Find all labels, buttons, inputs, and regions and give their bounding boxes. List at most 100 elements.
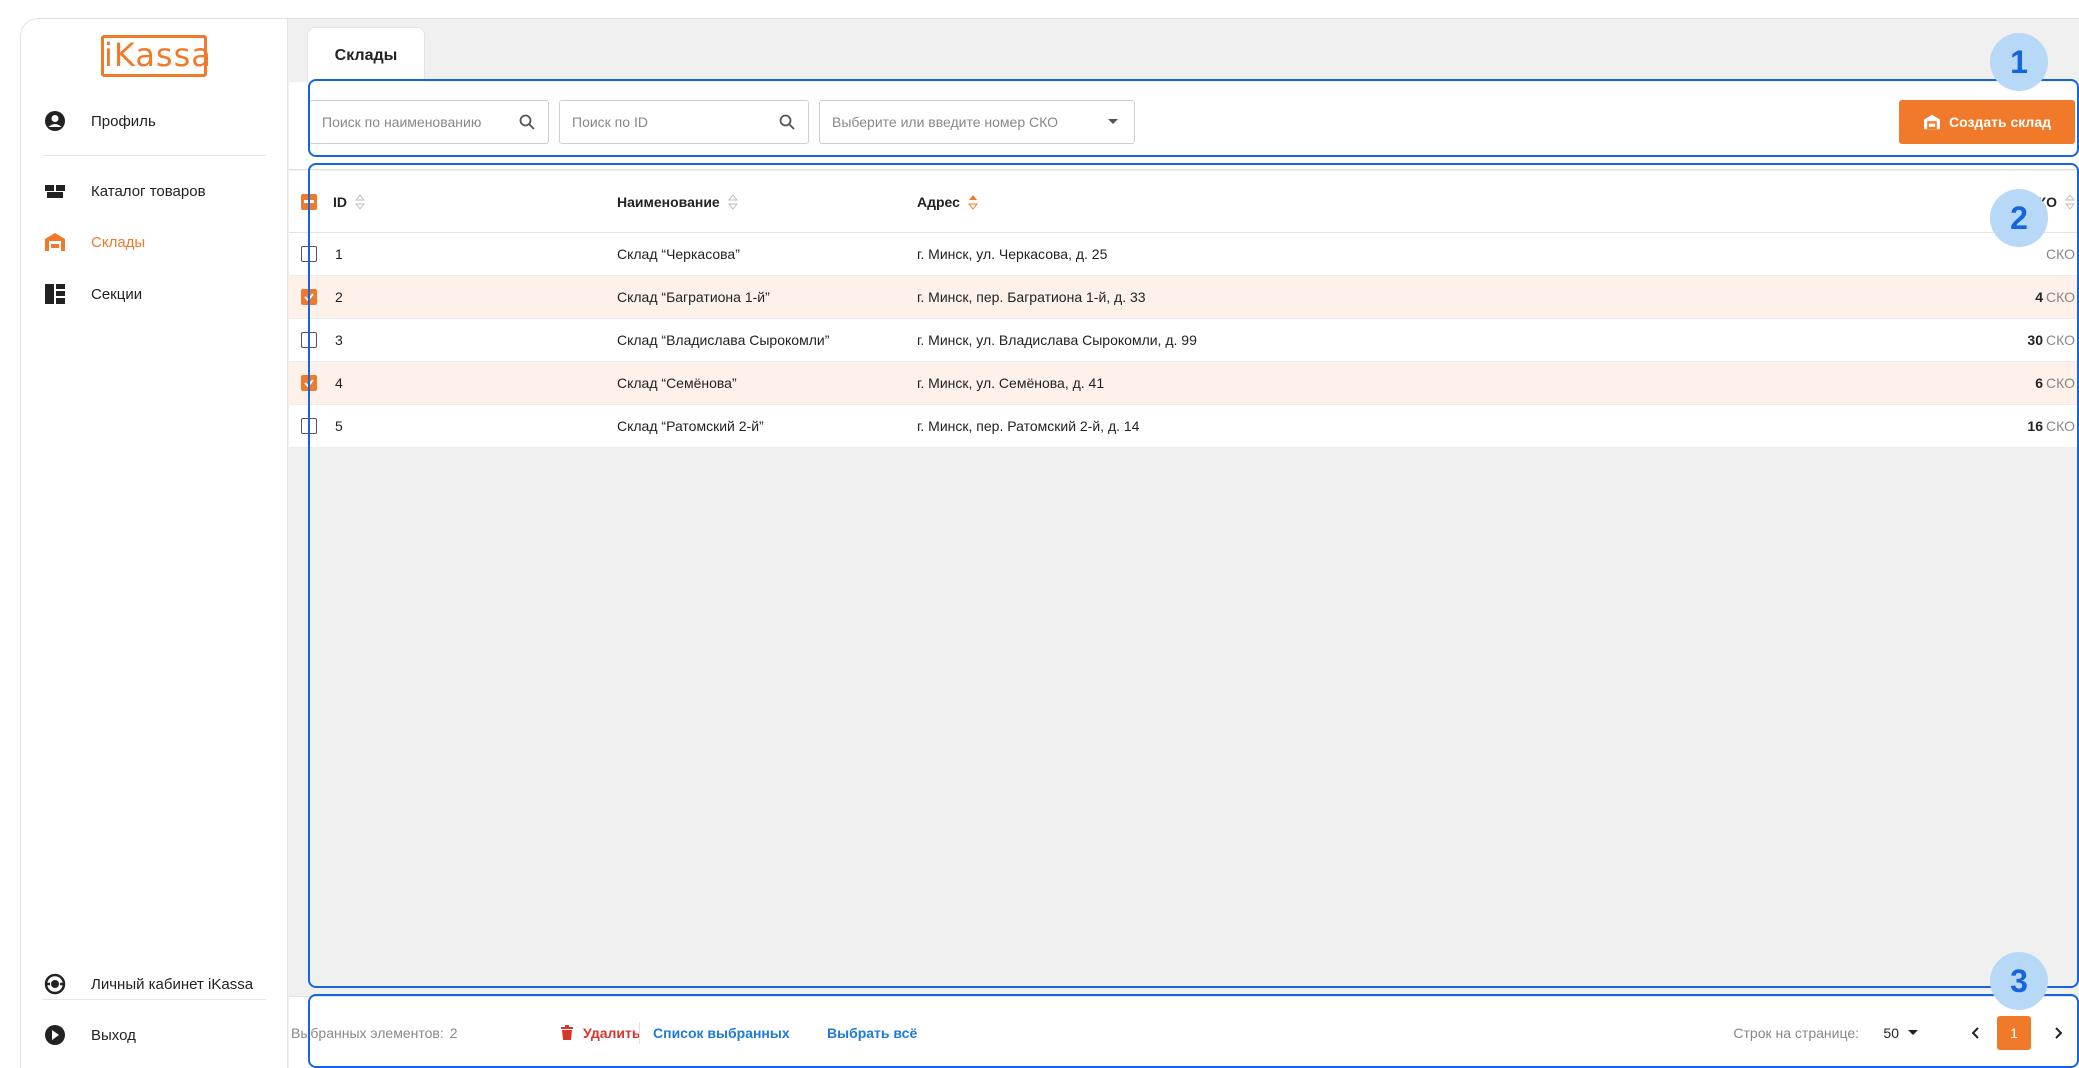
main-area: Склады Поиск по наименованию Поиск по ID…	[289, 19, 2079, 1068]
sidebar-item-label: Каталог товаров	[91, 182, 206, 200]
cell-sko: 16 СКО	[2027, 405, 2075, 447]
sidebar-item-personal-cabinet[interactable]: Личный кабинет iKassa	[21, 964, 288, 1004]
table-row[interactable]: 4 Склад “Семёнова” г. Минск, ул. Семёнов…	[289, 362, 2079, 405]
search-icon	[518, 113, 536, 131]
column-header-address[interactable]: Адрес	[917, 171, 978, 232]
row-checkbox[interactable]	[301, 332, 317, 348]
prev-page-button[interactable]	[1959, 1016, 1993, 1050]
warehouse-icon	[43, 230, 67, 254]
table-header: ID Наименование Адрес СКО	[289, 171, 2079, 233]
select-all-checkbox[interactable]	[301, 171, 317, 232]
sidebar-item-label: Секции	[91, 285, 143, 303]
rows-per-page-value: 50	[1883, 1024, 1899, 1041]
sidebar-item-label: Склады	[91, 233, 146, 251]
sort-icon	[727, 193, 738, 210]
selected-count-label: Выбранных элементов:	[291, 1024, 444, 1041]
row-checkbox[interactable]	[301, 418, 317, 434]
column-header-id[interactable]: ID	[333, 171, 365, 232]
row-checkbox[interactable]	[301, 246, 317, 262]
sidebar-item-label: Выход	[91, 1026, 136, 1044]
cell-sko: 4 СКО	[2035, 276, 2075, 318]
sidebar-item-warehouses[interactable]: Склады	[21, 222, 288, 262]
cell-sko: 30 СКО	[2027, 319, 2075, 361]
search-name-placeholder: Поиск по наименованию	[322, 114, 482, 130]
annotation-badge: 1	[1990, 33, 2048, 91]
column-header-name[interactable]: Наименование	[617, 171, 738, 232]
cell-id: 5	[335, 418, 343, 434]
rows-per-page-select[interactable]: 50	[1883, 997, 1919, 1068]
sidebar-item-label: Личный кабинет iKassa	[91, 975, 254, 993]
cell-address: г. Минск, ул. Черкасова, д. 25	[917, 246, 1108, 262]
page-button-current[interactable]: 1	[1997, 1015, 2031, 1050]
create-warehouse-button[interactable]: Создать склад	[1899, 100, 2075, 144]
sidebar-divider	[43, 155, 266, 156]
table-row[interactable]: 1 Склад “Черкасова” г. Минск, ул. Черкас…	[289, 233, 2079, 276]
table-empty-area	[289, 451, 2079, 996]
sko-count: 30	[2027, 332, 2043, 348]
search-id-input[interactable]: Поиск по ID	[559, 100, 809, 144]
delete-button[interactable]: Удалить	[561, 1025, 640, 1041]
create-button-label: Создать склад	[1949, 114, 2051, 130]
table-row[interactable]: 3 Склад “Владислава Сырокомли” г. Минск,…	[289, 319, 2079, 362]
rows-per-page-label: Строк на странице:	[1733, 1024, 1859, 1041]
sko-unit: СКО	[2046, 289, 2075, 305]
cabinet-icon	[43, 972, 67, 996]
boxes-icon	[43, 179, 67, 203]
search-icon	[778, 113, 796, 131]
sko-unit: СКО	[2046, 418, 2075, 434]
cell-name: Склад “Семёнова”	[617, 375, 737, 391]
sidebar-item-label: Профиль	[91, 112, 156, 130]
cell-sko: СКО	[2043, 233, 2075, 275]
sort-icon	[2065, 193, 2075, 210]
annotation-badge: 3	[1990, 952, 2048, 1010]
sidebar-item-sections[interactable]: Секции	[21, 274, 288, 314]
ikassa-logo[interactable]: iKassa	[101, 35, 211, 77]
cell-address: г. Минск, ул. Семёнова, д. 41	[917, 375, 1105, 391]
row-checkbox[interactable]	[301, 375, 317, 391]
app-window: iKassa Профиль Каталог товаров Склады Се	[20, 18, 2079, 1068]
cell-id: 3	[335, 332, 343, 348]
cell-name: Склад “Черкасова”	[617, 246, 740, 262]
sko-count: 16	[2027, 418, 2043, 434]
search-id-placeholder: Поиск по ID	[572, 114, 648, 130]
sko-unit: СКО	[2046, 375, 2075, 391]
sort-ascending-icon	[967, 194, 978, 210]
selected-list-link[interactable]: Список выбранных	[653, 1025, 790, 1041]
row-checkbox[interactable]	[301, 289, 317, 305]
chevron-right-icon	[2055, 1026, 2062, 1039]
table-footer: Выбранных элементов: 2 Удалить Список вы…	[289, 996, 2079, 1068]
column-label: Наименование	[617, 193, 720, 210]
sko-count: 6	[2035, 375, 2043, 391]
cell-address: г. Минск, пер. Ратомский 2-й, д. 14	[917, 418, 1140, 434]
divider	[639, 1021, 640, 1044]
warehouses-table: ID Наименование Адрес СКО	[289, 171, 2079, 448]
toolbar: Поиск по наименованию Поиск по ID Выбери…	[289, 82, 2079, 170]
delete-label: Удалить	[583, 1024, 641, 1041]
tab-warehouses[interactable]: Склады	[307, 27, 425, 83]
sko-select-placeholder: Выберите или введите номер СКО	[832, 114, 1059, 130]
search-name-input[interactable]: Поиск по наименованию	[309, 100, 549, 144]
sidebar-item-exit[interactable]: Выход	[21, 1015, 288, 1055]
cell-name: Склад “Владислава Сырокомли”	[617, 332, 830, 348]
sort-icon	[355, 193, 365, 210]
warehouse-icon	[1923, 114, 1941, 130]
cell-id: 1	[335, 246, 343, 262]
table-row[interactable]: 2 Склад “Багратиона 1-й” г. Минск, пер. …	[289, 276, 2079, 319]
exit-icon	[43, 1023, 67, 1047]
sko-unit: СКО	[2046, 332, 2075, 348]
cell-id: 2	[335, 289, 343, 305]
next-page-button[interactable]	[2041, 1016, 2075, 1050]
cell-address: г. Минск, ул. Владислава Сырокомли, д. 9…	[917, 332, 1197, 348]
select-all-link[interactable]: Выбрать всё	[827, 1025, 917, 1041]
sidebar: iKassa Профиль Каталог товаров Склады Се	[21, 19, 288, 1068]
caret-down-icon	[1104, 113, 1122, 131]
sidebar-item-profile[interactable]: Профиль	[21, 101, 288, 141]
trash-icon	[561, 1025, 573, 1040]
indeterminate-checkbox-icon	[301, 193, 317, 210]
sko-select[interactable]: Выберите или введите номер СКО	[819, 100, 1135, 144]
cell-address: г. Минск, пер. Багратиона 1-й, д. 33	[917, 289, 1146, 305]
table-row[interactable]: 5 Склад “Ратомский 2-й” г. Минск, пер. Р…	[289, 405, 2079, 448]
sidebar-item-catalog[interactable]: Каталог товаров	[21, 171, 288, 211]
user-circle-icon	[43, 109, 67, 133]
sko-unit: СКО	[2046, 246, 2075, 262]
